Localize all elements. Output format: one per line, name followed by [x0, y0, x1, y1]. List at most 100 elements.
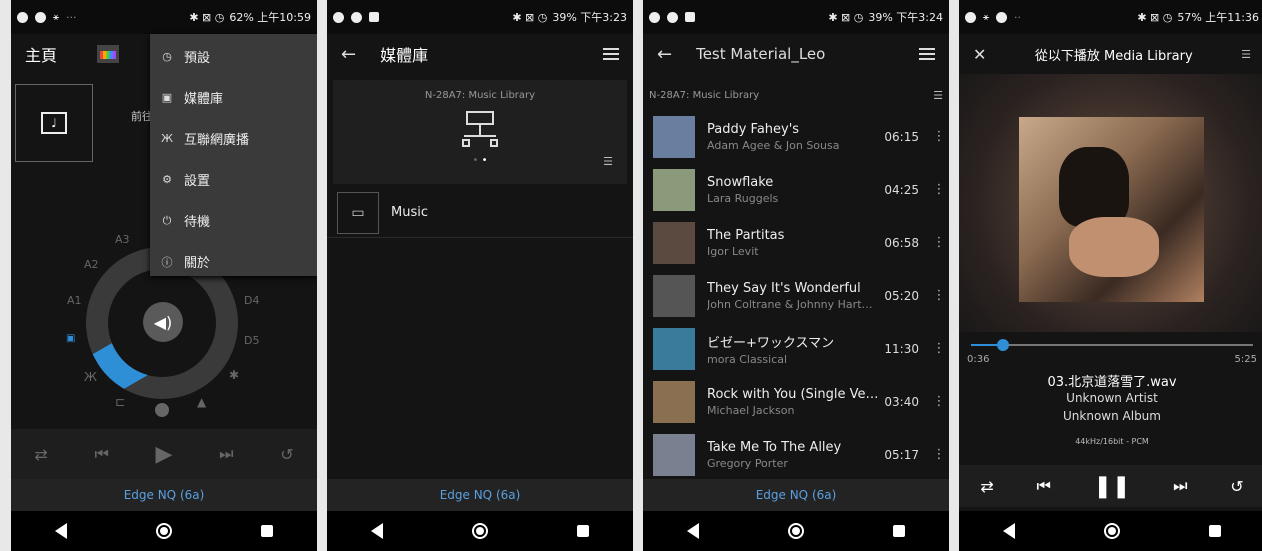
previous-icon[interactable]: ⏮ — [94, 444, 108, 464]
track-row[interactable]: Paddy Fahey's Adam Agee & Jon Sousa 06:15 ⋮ — [643, 110, 949, 163]
source-subheader: N-28A7: Music Library ☰ — [649, 88, 943, 102]
volume-icon[interactable]: ◀) — [143, 302, 183, 342]
queue-icon[interactable]: ☰ — [603, 155, 613, 168]
menu-item-library[interactable]: ▣ 媒體庫 — [150, 77, 317, 118]
clock-icon: ◷ — [162, 50, 172, 63]
ring-label-d4: D4 — [244, 294, 260, 307]
track-row[interactable]: The Partitas Igor Levit 06:58 ⋮ — [643, 216, 949, 269]
album-thumbnail — [653, 380, 695, 423]
track-title: Rock with You (Single Version) — [707, 386, 879, 402]
queue-icon[interactable]: ☰ — [933, 89, 943, 102]
home-icon[interactable] — [155, 523, 172, 539]
close-icon[interactable]: ✕ — [973, 45, 986, 64]
repeat-icon[interactable]: ↺ — [280, 445, 293, 464]
back-arrow-icon[interactable]: ← — [341, 44, 356, 65]
menu-item-presets[interactable]: ◷ 預設 — [150, 36, 317, 77]
back-icon[interactable] — [55, 523, 68, 539]
folder-icon: ▭ — [337, 191, 379, 234]
track-duration: 04:25 — [884, 182, 919, 197]
track-album: Unknown Album — [1063, 409, 1161, 423]
source-tile[interactable]: ♩ — [15, 84, 93, 162]
overflow-menu: ◷ 預設 ▣ 媒體庫 Ж 互聯網廣播 ⚙ 設置 ⏻ 待機 ⓘ 關於 — [150, 34, 317, 276]
playback-controls: ⇄ ⏮ ❚❚ ⏭ ↺ — [959, 465, 1262, 507]
more-vert-icon[interactable]: ⋮ — [929, 182, 949, 197]
track-row[interactable]: ビゼー+ワックスマン mora Classical 11:30 ⋮ — [643, 322, 949, 375]
queue-icon[interactable]: ☰ — [1241, 48, 1251, 61]
ring-label-d5: D5 — [244, 334, 260, 347]
track-row[interactable]: Rock with You (Single Version)Michael Ja… — [643, 375, 949, 428]
album-thumbnail — [653, 274, 695, 317]
more-vert-icon[interactable]: ⋮ — [929, 129, 949, 144]
track-duration: 03:40 — [884, 394, 919, 409]
network-icon — [460, 111, 500, 151]
back-icon[interactable] — [687, 523, 700, 539]
more-vert-icon[interactable]: ⋮ — [929, 394, 949, 409]
server-card[interactable]: N-28A7: Music Library • • ☰ — [333, 80, 627, 184]
track-artist: Michael Jackson — [707, 403, 795, 417]
antenna-icon: Ж — [84, 370, 97, 384]
track-title: 03.北京道落雪了.wav — [1047, 375, 1177, 390]
menu-item-settings[interactable]: ⚙ 設置 — [150, 159, 317, 200]
menu-item-standby[interactable]: ⏻ 待機 — [150, 200, 317, 241]
previous-icon[interactable]: ⏮ — [1036, 476, 1050, 496]
track-title: Paddy Fahey's — [707, 121, 800, 137]
menu-item-radio[interactable]: Ж 互聯網廣播 — [150, 118, 317, 159]
track-list-screen: ✱ ⊠ ◷ 39% 下午3:24 ← Test Material_Leo N-28… — [643, 0, 949, 551]
device-name[interactable]: Edge NQ (6a) — [11, 479, 317, 511]
menu-icon[interactable] — [919, 48, 935, 60]
page-title: 媒體庫 — [380, 46, 429, 65]
back-arrow-icon[interactable]: ← — [657, 44, 672, 65]
page-title: 主頁 — [25, 46, 58, 65]
track-row[interactable]: Take Me To The Alley Gregory Porter 05:17 ⋮ — [643, 428, 949, 481]
elapsed-time: 0:36 — [967, 354, 990, 365]
track-artist: Lara Ruggels — [707, 191, 779, 205]
more-vert-icon[interactable]: ⋮ — [929, 288, 949, 303]
system-nav — [959, 511, 1262, 551]
system-nav — [11, 511, 317, 551]
more-vert-icon[interactable]: ⋮ — [929, 447, 949, 462]
list-item[interactable]: ▭ Music — [327, 188, 633, 238]
library-icon: ▣ — [66, 333, 76, 344]
shuffle-icon[interactable]: ⇄ — [34, 445, 47, 464]
cast-icon: ⊏ — [115, 395, 126, 409]
status-bar: ✱ ⊠ ◷ 39% 下午3:24 — [643, 0, 949, 34]
device-name[interactable]: Edge NQ (6a) — [327, 479, 633, 511]
recents-icon[interactable] — [576, 525, 589, 537]
track-artist: Igor Levit — [707, 244, 759, 258]
play-icon[interactable]: ▶ — [156, 442, 173, 467]
track-duration: 11:30 — [884, 341, 919, 356]
ring-label-a3: A3 — [115, 233, 130, 246]
progress-handle[interactable] — [997, 339, 1010, 351]
app-bar: ← 媒體庫 — [327, 34, 633, 74]
home-icon[interactable] — [787, 523, 804, 539]
home-icon[interactable] — [1103, 523, 1120, 539]
more-vert-icon[interactable]: ⋮ — [929, 235, 949, 250]
status-text: 62% 上午10:59 — [229, 11, 311, 24]
page-dots: • • — [472, 155, 488, 166]
eq-icon[interactable] — [97, 45, 120, 63]
recents-icon[interactable] — [260, 525, 273, 537]
server-name: N-28A7: Music Library — [424, 90, 536, 101]
pause-icon[interactable]: ❚❚ — [1094, 474, 1131, 499]
repeat-icon[interactable]: ↺ — [1230, 477, 1243, 496]
track-row[interactable]: Snowflake Lara Ruggels 04:25 ⋮ — [643, 163, 949, 216]
ring-label-a1: A1 — [67, 294, 82, 307]
track-row[interactable]: They Say It's Wonderful John Coltrane & J… — [643, 269, 949, 322]
back-icon[interactable] — [1003, 523, 1016, 539]
next-icon[interactable]: ⏭ — [219, 444, 233, 464]
home-screen: ⚹ ··· ✱ ⊠ ◷ 62% 上午10:59 主頁 ♩ 前往 ◀) A1 A2 A… — [11, 0, 317, 551]
back-icon[interactable] — [371, 523, 384, 539]
album-thumbnail — [653, 168, 695, 211]
progress-track[interactable] — [971, 339, 1253, 351]
recents-icon[interactable] — [892, 525, 905, 537]
shuffle-icon[interactable]: ⇄ — [980, 477, 993, 496]
menu-icon[interactable] — [603, 48, 619, 60]
menu-item-about[interactable]: ⓘ 關於 — [150, 241, 317, 282]
home-icon[interactable] — [471, 523, 488, 539]
music-library-icon: ♩ — [41, 112, 67, 134]
status-text: 57% 上午11:36 — [1177, 11, 1259, 24]
device-name[interactable]: Edge NQ (6a) — [643, 479, 949, 511]
more-vert-icon[interactable]: ⋮ — [929, 341, 949, 356]
next-icon[interactable]: ⏭ — [1173, 476, 1187, 496]
recents-icon[interactable] — [1208, 525, 1221, 537]
